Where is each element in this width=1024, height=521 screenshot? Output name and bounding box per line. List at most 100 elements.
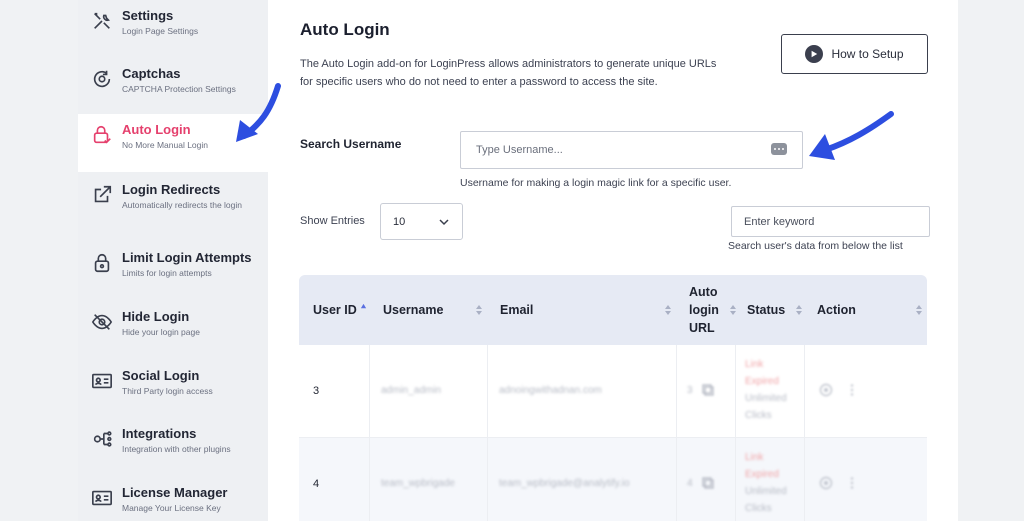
kebab-menu-icon[interactable] — [845, 476, 859, 490]
header-user-id-label: User ID — [313, 303, 357, 317]
cell-link-number: 3 — [687, 385, 693, 396]
entries-value: 10 — [393, 215, 406, 228]
column-divider — [369, 345, 370, 521]
sidebar-item-subtitle: Limits for login attempts — [122, 268, 212, 278]
sidebar: Settings Login Page Settings Captchas CA… — [78, 0, 268, 521]
search-username-input[interactable] — [460, 131, 803, 169]
annotation-arrow-icon — [809, 111, 894, 160]
cell-user-id: 4 — [313, 478, 320, 490]
sidebar-item-title: Hide Login — [122, 309, 190, 324]
cell-email: adnoingwithadnan.com — [499, 385, 602, 396]
sidebar-item-title: Social Login — [122, 368, 200, 383]
header-auto-login-url-line: Auto — [689, 285, 718, 299]
sidebar-item-social-login[interactable]: Social Login Third Party login access — [78, 360, 268, 418]
sidebar-item-title: Login Redirects — [122, 182, 221, 197]
sidebar-item-title: Auto Login — [122, 122, 191, 137]
copy-icon[interactable] — [701, 476, 715, 490]
cell-username: admin_admin — [381, 385, 442, 396]
header-email-label: Email — [500, 303, 534, 317]
sidebar-item-subtitle: Automatically redirects the login — [122, 200, 243, 210]
eye-slash-icon — [91, 311, 113, 333]
kebab-menu-icon[interactable] — [845, 383, 859, 397]
search-username-help: Username for making a login magic link f… — [460, 177, 732, 189]
sidebar-item-title: Captchas — [122, 66, 181, 81]
header-email[interactable]: Email — [500, 275, 533, 345]
header-user-id[interactable]: User ID — [313, 275, 367, 345]
cell-username: team_wpbrigade — [381, 478, 455, 489]
lock-icon — [91, 124, 113, 146]
header-auto-login-url[interactable]: Auto login URL — [689, 275, 719, 345]
sidebar-item-limit-login-attempts[interactable]: Limit Login Attempts Limits for login at… — [78, 242, 268, 300]
action-settings-icon[interactable] — [819, 476, 833, 490]
keyword-search-input[interactable] — [731, 206, 930, 237]
padlock-icon — [91, 252, 113, 274]
sidebar-item-subtitle: Manage Your License Key — [122, 503, 221, 513]
sidebar-item-hide-login[interactable]: Hide Login Hide your login page — [78, 301, 268, 359]
chevron-down-icon — [439, 219, 449, 226]
sort-icon[interactable] — [475, 304, 483, 316]
column-divider — [487, 345, 488, 521]
header-username[interactable]: Username — [383, 275, 443, 345]
tools-icon — [91, 10, 113, 32]
annotation-arrow-icon — [236, 83, 281, 142]
page-title: Auto Login — [300, 20, 390, 39]
header-username-label: Username — [383, 303, 444, 317]
cell-status-line: Link — [745, 359, 764, 370]
header-auto-login-url-line: login — [689, 303, 719, 317]
header-auto-login-url-line: URL — [689, 321, 715, 335]
how-to-setup-button[interactable]: How to Setup — [781, 34, 928, 74]
cell-status-line: Unlimited — [745, 393, 787, 404]
sidebar-item-subtitle: Hide your login page — [122, 327, 200, 337]
action-settings-icon[interactable] — [819, 383, 833, 397]
page-description: The Auto Login add-on for LoginPress all… — [300, 58, 717, 88]
main-panel: Auto Login The Auto Login add-on for Log… — [268, 0, 958, 521]
redirect-icon — [91, 184, 113, 206]
cell-user-id: 3 — [313, 385, 320, 397]
how-to-setup-label: How to Setup — [831, 47, 904, 61]
sort-icon[interactable] — [795, 304, 803, 316]
cell-status-line: Link — [745, 452, 764, 463]
cell-status-line: Unlimited — [745, 486, 787, 497]
header-status-label: Status — [747, 303, 786, 317]
captcha-icon — [91, 68, 113, 90]
cell-email: team_wpbrigade@analytify.io — [499, 478, 630, 489]
table-header: User ID Username Email Auto login URL St… — [299, 275, 927, 345]
header-action[interactable]: Action — [817, 275, 856, 345]
header-action-label: Action — [817, 303, 856, 317]
cell-status-line: Expired — [745, 376, 779, 387]
license-icon — [91, 487, 113, 509]
id-card-icon — [91, 370, 113, 392]
sidebar-item-subtitle: Third Party login access — [122, 386, 213, 396]
sidebar-item-login-redirects[interactable]: Login Redirects Automatically redirects … — [78, 174, 268, 232]
cell-status-line: Clicks — [745, 503, 772, 514]
cell-status-line: Expired — [745, 469, 779, 480]
sort-icon[interactable] — [915, 304, 923, 316]
table-row: 3 admin_admin adnoingwithadnan.com 3 Lin… — [299, 345, 927, 438]
sidebar-item-subtitle: Login Page Settings — [122, 26, 199, 36]
more-dots-icon[interactable] — [771, 143, 787, 155]
sort-asc-icon — [360, 303, 366, 308]
cell-status-line: Clicks — [745, 410, 772, 421]
entries-select[interactable]: 10 — [380, 203, 463, 240]
copy-icon[interactable] — [701, 383, 715, 397]
sidebar-item-settings[interactable]: Settings Login Page Settings — [78, 0, 268, 58]
show-entries-label: Show Entries — [300, 215, 365, 227]
search-username-label: Search Username — [300, 137, 402, 151]
sidebar-item-integrations[interactable]: Integrations Integration with other plug… — [78, 418, 268, 476]
keyword-search-help: Search user's data from below the list — [728, 240, 903, 252]
sort-icon[interactable] — [664, 304, 672, 316]
integrations-icon — [91, 428, 113, 450]
sidebar-item-title: Settings — [122, 8, 174, 23]
sidebar-item-title: Limit Login Attempts — [122, 250, 252, 265]
cell-link-number: 4 — [687, 478, 693, 489]
sidebar-item-title: License Manager — [122, 485, 228, 500]
column-divider — [735, 345, 736, 521]
sort-icon[interactable] — [729, 304, 737, 316]
users-table: User ID Username Email Auto login URL St… — [299, 275, 927, 521]
sidebar-item-license-manager[interactable]: License Manager Manage Your License Key — [78, 477, 268, 521]
sidebar-item-title: Integrations — [122, 426, 197, 441]
header-status[interactable]: Status — [747, 275, 785, 345]
sidebar-item-subtitle: Integration with other plugins — [122, 444, 231, 454]
play-icon — [805, 45, 824, 63]
table-row: 4 team_wpbrigade team_wpbrigade@analytif… — [299, 438, 927, 521]
